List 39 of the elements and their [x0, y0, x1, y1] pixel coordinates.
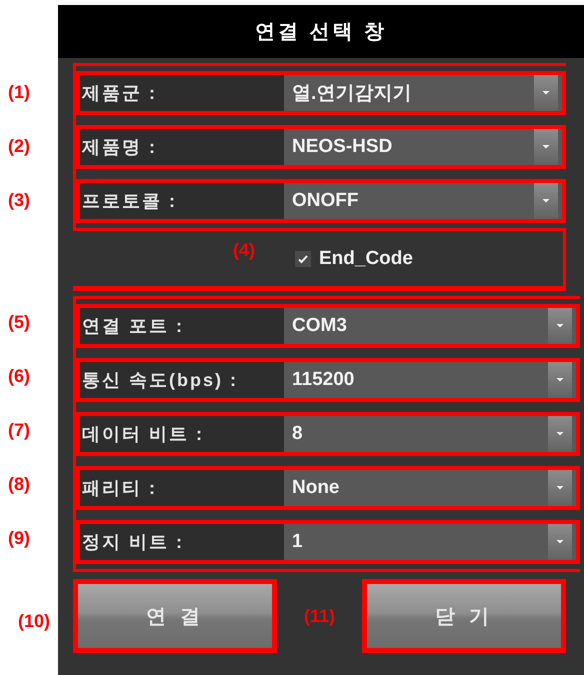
annotation-number: (7) — [7, 418, 31, 442]
dropdown[interactable]: 115200 — [284, 362, 576, 398]
dropdown[interactable]: 열.연기감지기 — [284, 75, 562, 111]
dropdown[interactable]: 1 — [284, 524, 576, 560]
dropdown[interactable]: COM3 — [284, 308, 576, 344]
caret-icon[interactable] — [548, 470, 572, 506]
field-label: 패리티 : — [81, 477, 158, 500]
caret-icon[interactable] — [534, 183, 558, 219]
dropdown[interactable]: NEOS-HSD — [284, 129, 562, 165]
annotation-number: (5) — [7, 310, 31, 334]
field-label: 제품명 : — [80, 136, 158, 159]
annotation-number: (1) — [7, 80, 31, 104]
annotation-number: (6) — [7, 364, 31, 388]
annotation-number: (11) — [302, 606, 336, 626]
annotation-number: (3) — [7, 188, 31, 212]
annotation-number: (4) — [233, 240, 255, 261]
field-label: 통신 속도(bps) : — [81, 369, 239, 392]
dialog-title: 연결 선택 창 — [58, 5, 584, 58]
dropdown[interactable]: 8 — [284, 416, 576, 452]
annotation-number: (9) — [7, 526, 31, 550]
caret-icon[interactable] — [548, 308, 572, 344]
caret-icon[interactable] — [548, 416, 572, 452]
checkbox-label: End_Code — [319, 248, 413, 270]
caret-icon[interactable] — [548, 524, 572, 560]
field-label: 정지 비트 : — [81, 531, 185, 554]
field-label: 연결 포트 : — [81, 315, 185, 338]
dialog-button[interactable]: 연 결 — [73, 579, 277, 653]
field-label: 데이터 비트 : — [81, 423, 205, 446]
caret-icon[interactable] — [534, 129, 558, 165]
annotation-number: (8) — [7, 472, 31, 496]
annotation-number: (2) — [7, 134, 31, 158]
field-label: 프로토콜 : — [81, 190, 178, 213]
annotation-number: (10) — [17, 610, 52, 633]
caret-icon[interactable] — [548, 362, 572, 398]
dropdown[interactable]: None — [284, 470, 576, 506]
dialog-button[interactable]: 닫 기 — [362, 579, 566, 653]
field-label: 제품군 : — [80, 82, 158, 105]
caret-icon[interactable] — [534, 75, 558, 111]
dropdown[interactable]: ONOFF — [284, 183, 562, 219]
